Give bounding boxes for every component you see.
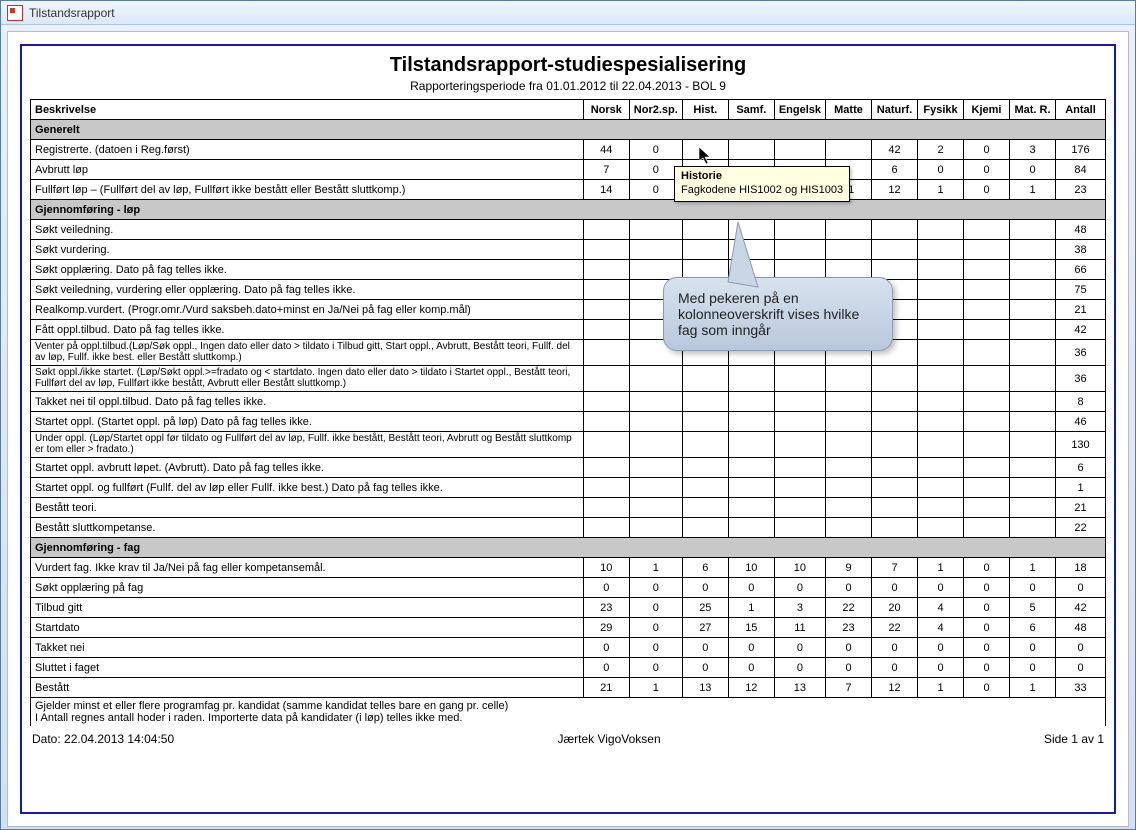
tooltip-body: Fagkodene HIS1002 og HIS1003 <box>681 184 843 198</box>
callout-text: Med pekeren på en kolonneoverskrift vise… <box>678 290 859 338</box>
footer-page: Side 1 av 1 <box>1044 732 1104 746</box>
table-row: Startet oppl. (Startet oppl. på løp) Dat… <box>31 412 1106 432</box>
section-lop: Gjennomføring - løp <box>31 200 1106 220</box>
page-footer: Dato: 22.04.2013 14:04:50 Jærtek VigoVok… <box>30 726 1106 746</box>
table-row: Takket nei til oppl.tilbud. Dato på fag … <box>31 392 1106 412</box>
titlebar[interactable]: Tilstandsrapport <box>1 1 1135 25</box>
table-row: Startet oppl. og fullført (Fullf. del av… <box>31 478 1106 498</box>
footnote-line1: Gjelder minst et eller flere programfag … <box>35 700 1101 712</box>
col-matr[interactable]: Mat. R. <box>1010 100 1056 120</box>
table-row: Venter på oppl.tilbud.(Løp/Søk oppl., In… <box>31 340 1106 366</box>
footnote-line2: I Antall regnes antall hoder i raden. Im… <box>35 712 1101 724</box>
table-row: Bestått teori.21 <box>31 498 1106 518</box>
app-icon <box>7 5 23 21</box>
col-matte[interactable]: Matte <box>826 100 872 120</box>
table-row: Takket nei 0000000000 0 <box>31 638 1106 658</box>
col-naturf[interactable]: Naturf. <box>872 100 918 120</box>
table-row: Bestått 211131213712101 33 <box>31 678 1106 698</box>
table-row: Fullført løp – (Fullført del av løp, Ful… <box>31 180 1106 200</box>
report-table: Beskrivelse Norsk Nor2.sp. Hist. Samf. E… <box>30 99 1106 726</box>
table-row: Bestått sluttkompetanse.22 <box>31 518 1106 538</box>
table-row: Startdato 2902715112322406 48 <box>31 618 1106 638</box>
col-nor2sp[interactable]: Nor2.sp. <box>629 100 682 120</box>
app-window: Tilstandsrapport Tilstandsrapport-studie… <box>0 0 1136 830</box>
table-row: Søkt veiledning.48 <box>31 220 1106 240</box>
tooltip-title: Historie <box>681 170 843 184</box>
col-fysikk[interactable]: Fysikk <box>918 100 964 120</box>
window-title: Tilstandsrapport <box>29 6 115 20</box>
report-page: Tilstandsrapport-studiespesialisering Ra… <box>7 31 1129 827</box>
col-beskrivelse[interactable]: Beskrivelse <box>31 100 584 120</box>
report-title: Tilstandsrapport-studiespesialisering <box>30 54 1106 77</box>
table-row: Avbrutt løp 706000 84 <box>31 160 1106 180</box>
table-row: Søkt oppl./ikke startet. (Løp/Søkt oppl.… <box>31 366 1106 392</box>
table-row: Søkt opplæring. Dato på fag telles ikke.… <box>31 260 1106 280</box>
col-hist[interactable]: Hist. <box>682 100 728 120</box>
table-row: Søkt veiledning, vurdering eller opplæri… <box>31 280 1106 300</box>
table-row: Sluttet i faget 0000000000 0 <box>31 658 1106 678</box>
column-tooltip: Historie Fagkodene HIS1002 og HIS1003 <box>674 166 850 202</box>
table-row: Vurdert fag. Ikke krav til Ja/Nei på fag… <box>31 558 1106 578</box>
table-row: Startet oppl. avbrutt løpet. (Avbrutt). … <box>31 458 1106 478</box>
table-row: Fått oppl.tilbud. Dato på fag telles ikk… <box>31 320 1106 340</box>
footnote-row: Gjelder minst et eller flere programfag … <box>31 698 1106 727</box>
section-fag: Gjennomføring - fag <box>31 538 1106 558</box>
table-row: Tilbud gitt 23025132220405 42 <box>31 598 1106 618</box>
table-row: Søkt vurdering.38 <box>31 240 1106 260</box>
report-subtitle: Rapporteringsperiode fra 01.01.2012 til … <box>30 79 1106 93</box>
table-row: Registrerte. (datoen i Reg.først) 440422… <box>31 140 1106 160</box>
header-row: Beskrivelse Norsk Nor2.sp. Hist. Samf. E… <box>31 100 1106 120</box>
col-norsk[interactable]: Norsk <box>583 100 629 120</box>
footer-center: Jærtek VigoVoksen <box>557 732 660 746</box>
section-generelt: Generelt <box>31 120 1106 140</box>
col-samf[interactable]: Samf. <box>728 100 774 120</box>
table-row: Under oppl. (Løp/Startet oppl før tildat… <box>31 432 1106 458</box>
col-engelsk[interactable]: Engelsk <box>774 100 825 120</box>
table-row: Søkt opplæring på fag 0000000000 0 <box>31 578 1106 598</box>
footer-date: Dato: 22.04.2013 14:04:50 <box>32 732 174 746</box>
col-kjemi[interactable]: Kjemi <box>964 100 1010 120</box>
table-row: Realkomp.vurdert. (Progr.omr./Vurd saksb… <box>31 300 1106 320</box>
col-antall[interactable]: Antall <box>1056 100 1106 120</box>
